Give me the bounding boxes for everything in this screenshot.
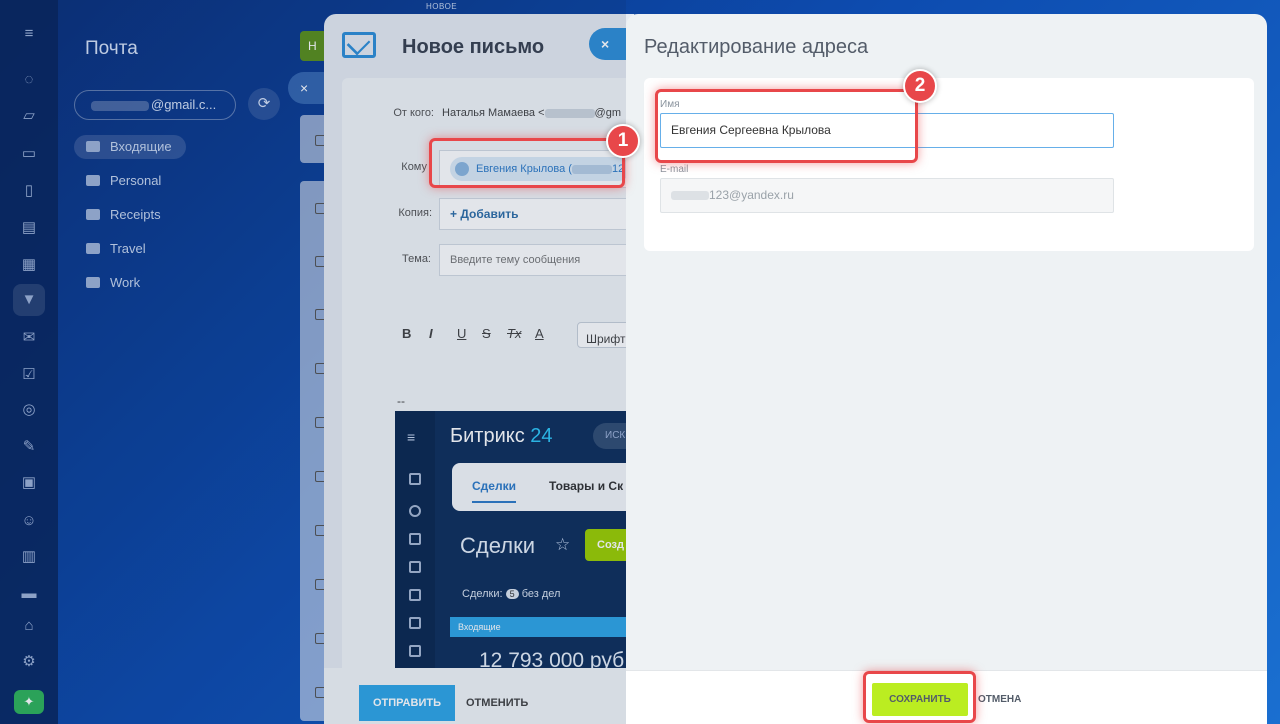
background-dim — [0, 0, 626, 724]
email-field: 123@yandex.ru — [660, 178, 1114, 213]
cancel-button[interactable]: ОТМЕНА — [978, 694, 1021, 705]
email-value: 123@yandex.ru — [709, 188, 794, 202]
edit-title: Редактирование адреса — [644, 36, 869, 58]
email-label: E-mail — [660, 164, 689, 175]
highlight-recipient — [429, 138, 625, 188]
blurred-email — [671, 191, 709, 201]
highlight-name — [655, 89, 918, 163]
step-badge-1: 1 — [606, 124, 640, 158]
highlight-save — [863, 671, 976, 723]
step-badge-2: 2 — [903, 69, 937, 103]
